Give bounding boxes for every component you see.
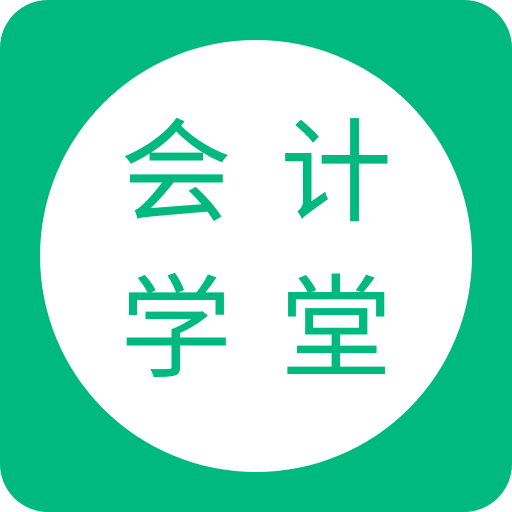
logo-character-ji: 计 [280, 109, 392, 239]
app-icon: 会 计 学 堂 [0, 0, 512, 512]
logo-circle [40, 40, 472, 472]
logo-character-tang: 堂 [280, 265, 392, 395]
logo-character-xue: 学 [120, 265, 232, 395]
logo-character-kuai: 会 [120, 109, 232, 239]
